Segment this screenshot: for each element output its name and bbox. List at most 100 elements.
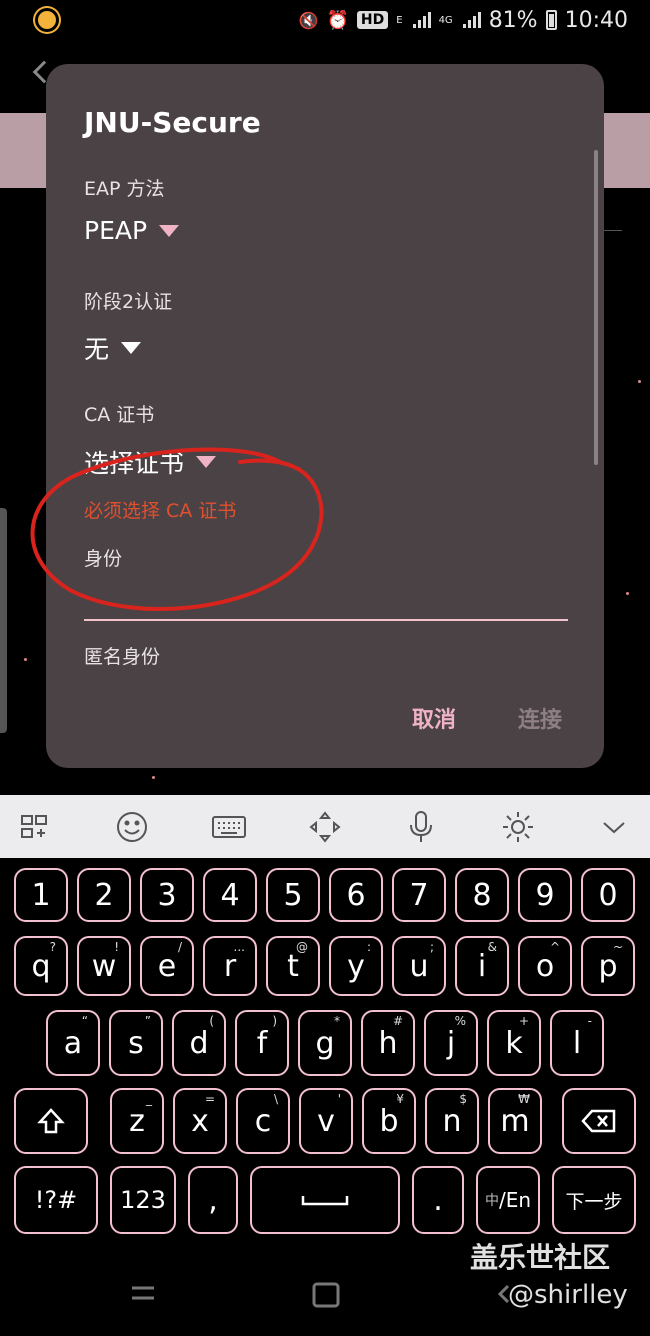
key-w-hint: ! (114, 940, 119, 954)
dialog-title: JNU-Secure (84, 106, 261, 139)
language-key[interactable]: 中/En (476, 1166, 540, 1234)
key-g-label: g (315, 1025, 335, 1061)
key-o-hint: ^ (549, 940, 560, 954)
key-r[interactable]: r... (203, 936, 257, 996)
key-9[interactable]: 9 (518, 868, 572, 922)
key-3[interactable]: 3 (140, 868, 194, 922)
settings-gear-icon[interactable] (500, 809, 536, 845)
key-6[interactable]: 6 (329, 868, 383, 922)
symbols-key[interactable]: !?# (14, 1166, 98, 1234)
key-y[interactable]: y: (329, 936, 383, 996)
space-key[interactable] (250, 1166, 400, 1234)
recent-apps-icon[interactable] (132, 1286, 154, 1300)
numbers-key[interactable]: 123 (110, 1166, 176, 1234)
keyboard-icon[interactable] (211, 809, 247, 845)
next-key[interactable]: 下一步 (552, 1166, 636, 1234)
microphone-icon[interactable] (403, 809, 439, 845)
key-2[interactable]: 2 (77, 868, 131, 922)
key-v-label: v (317, 1103, 335, 1139)
key-8[interactable]: 8 (455, 868, 509, 922)
key-f[interactable]: f) (235, 1010, 289, 1076)
key-d-label: d (189, 1025, 209, 1061)
eap-method-value: PEAP (84, 216, 148, 245)
key-7-label: 7 (409, 877, 429, 913)
identity-label: 身份 (84, 548, 123, 570)
home-icon[interactable] (312, 1282, 340, 1308)
key-n[interactable]: n $ (425, 1088, 479, 1154)
signal-4g-icon (462, 12, 481, 28)
key-9-label: 9 (535, 877, 555, 913)
phase2-select[interactable]: 无 (84, 330, 142, 366)
eap-method-select[interactable]: PEAP (84, 216, 180, 245)
comma-key[interactable]: , (188, 1166, 238, 1234)
key-d[interactable]: d( (172, 1010, 226, 1076)
apps-grid-icon[interactable] (18, 809, 54, 845)
shift-key[interactable] (14, 1088, 88, 1154)
key-b[interactable]: b ¥ (362, 1088, 416, 1154)
key-u-hint: ; (429, 940, 434, 954)
keyboard-toolbar (0, 795, 650, 858)
key-j[interactable]: j% (424, 1010, 478, 1076)
key-k[interactable]: k + (487, 1010, 541, 1076)
dialog-scrollbar[interactable] (594, 150, 598, 465)
key-a[interactable]: a “ (46, 1010, 100, 1076)
key-x[interactable]: x = (173, 1088, 227, 1154)
key-i[interactable]: i & (455, 936, 509, 996)
key-w[interactable]: w! (77, 936, 131, 996)
battery-icon (545, 10, 557, 30)
key-l-hint: - (587, 1014, 592, 1028)
period-key-label: . (433, 1182, 443, 1218)
key-g[interactable]: g * (298, 1010, 352, 1076)
key-4[interactable]: 4 (203, 868, 257, 922)
key-b-hint: ¥ (396, 1092, 404, 1106)
key-e-hint: / (177, 940, 182, 954)
key-e-label: e (157, 948, 177, 984)
identity-input[interactable] (84, 619, 568, 621)
key-1[interactable]: 1 (14, 868, 68, 922)
key-m[interactable]: m ₩ (488, 1088, 542, 1154)
key-c-hint: \ (273, 1092, 278, 1106)
edge-panel-handle[interactable] (0, 508, 7, 733)
key-z-label: z (129, 1103, 145, 1139)
cursor-move-icon[interactable] (307, 809, 343, 845)
connect-button[interactable]: 连接 (518, 702, 562, 734)
key-o[interactable]: o ^ (518, 936, 572, 996)
alarm-icon: ⏰ (326, 9, 349, 31)
key-e[interactable]: e / (140, 936, 194, 996)
key-l[interactable]: l- (550, 1010, 604, 1076)
key-y-label: y (347, 948, 365, 984)
key-h[interactable]: h # (361, 1010, 415, 1076)
key-s[interactable]: s” (109, 1010, 163, 1076)
key-r-hint: ... (233, 940, 245, 954)
back-nav-icon[interactable] (497, 1284, 510, 1304)
status-bar: 🔇 ⏰ HD E 4G 81% 10:40 (0, 0, 650, 40)
cancel-button[interactable]: 取消 (412, 702, 456, 734)
key-7[interactable]: 7 (392, 868, 446, 922)
key-k-label: k (505, 1025, 523, 1061)
key-c[interactable]: c \ (236, 1088, 290, 1154)
emoji-icon[interactable] (114, 809, 150, 845)
signal-icon (412, 12, 431, 28)
key-s-hint: ” (144, 1014, 151, 1028)
dropdown-arrow-icon (196, 456, 217, 468)
key-5[interactable]: 5 (266, 868, 320, 922)
key-p[interactable]: p ~ (581, 936, 635, 996)
key-d-hint: ( (209, 1014, 214, 1028)
key-c-label: c (254, 1103, 272, 1139)
clock: 10:40 (564, 7, 628, 33)
key-z[interactable]: z _ (110, 1088, 164, 1154)
key-q[interactable]: q? (14, 936, 68, 996)
dropdown-arrow-icon (121, 342, 142, 354)
key-u[interactable]: u; (392, 936, 446, 996)
key-0[interactable]: 0 (581, 868, 635, 922)
backspace-key[interactable] (562, 1088, 636, 1154)
key-p-hint: ~ (612, 940, 623, 954)
key-x-label: x (191, 1103, 209, 1139)
key-t[interactable]: t @ (266, 936, 320, 996)
hd-badge: HD (356, 11, 389, 29)
collapse-chevron-icon[interactable] (596, 809, 632, 845)
signal-e-label: E (396, 14, 403, 26)
period-key[interactable]: . (412, 1166, 464, 1234)
key-v[interactable]: v ' (299, 1088, 353, 1154)
ca-cert-select[interactable]: 选择证书 (84, 444, 217, 480)
